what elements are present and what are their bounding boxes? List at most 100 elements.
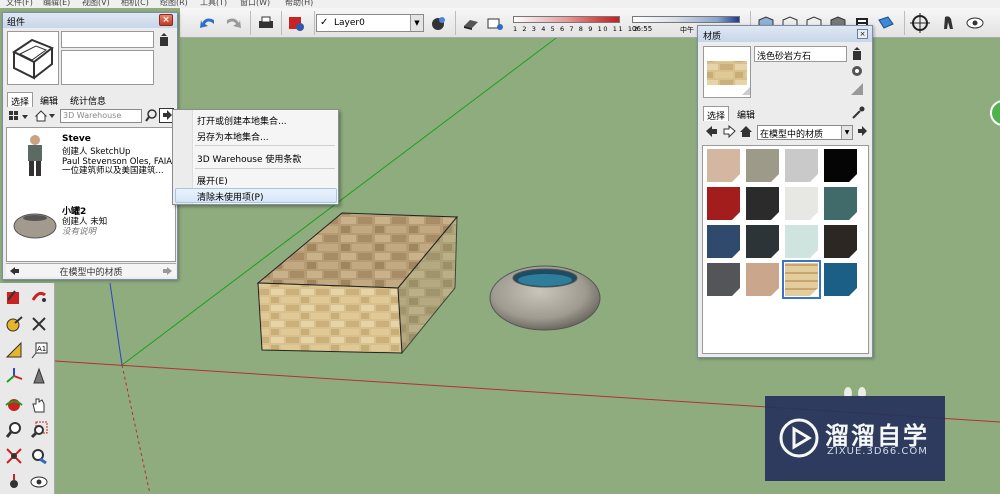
arrow-left-icon[interactable] bbox=[705, 125, 718, 138]
material-name-field[interactable]: 浅色砂岩方石 bbox=[754, 46, 847, 62]
material-swatch[interactable] bbox=[823, 224, 858, 259]
material-swatch[interactable] bbox=[823, 262, 858, 297]
material-swatch[interactable] bbox=[745, 186, 780, 221]
menu-tools[interactable]: 工具(T) bbox=[200, 0, 227, 8]
close-components-button[interactable]: × bbox=[159, 14, 173, 26]
dimension-tool[interactable] bbox=[28, 313, 50, 335]
material-swatch[interactable] bbox=[823, 148, 858, 183]
material-swatch[interactable] bbox=[706, 224, 741, 259]
create-material-icon bbox=[853, 47, 861, 60]
eraser-tool[interactable] bbox=[28, 286, 50, 308]
material-collection-select[interactable]: 在模型中的材质 ▼ bbox=[757, 125, 853, 140]
main-toolbar: ✓ Layer0 ▼ 1 2 3 4 5 6 7 8 9 10 11 12 06… bbox=[180, 8, 1000, 38]
material-swatch[interactable] bbox=[784, 148, 819, 183]
look-around-button[interactable] bbox=[963, 11, 987, 35]
zoom-window-tool[interactable] bbox=[28, 419, 50, 441]
menu-help[interactable]: 帮助(H) bbox=[285, 0, 313, 8]
layer-select[interactable]: ✓ Layer0 ▼ bbox=[316, 14, 424, 32]
home-icon[interactable] bbox=[34, 109, 56, 122]
component-details-button[interactable] bbox=[158, 33, 170, 50]
text-tool[interactable]: A1 bbox=[28, 339, 50, 361]
material-swatch[interactable] bbox=[706, 186, 741, 221]
menu-item-warehouse-terms[interactable]: 3D Warehouse 使用条款 bbox=[197, 152, 301, 165]
list-item[interactable]: Steve 创建人 SketchUp Paul Stevenson Oles, … bbox=[9, 132, 174, 180]
menu-camera[interactable]: 相机(C) bbox=[121, 0, 149, 8]
protractor-tool[interactable] bbox=[3, 339, 25, 361]
eyedropper-button[interactable] bbox=[851, 106, 865, 123]
sample-paint-button[interactable] bbox=[850, 64, 864, 81]
section-plane-button[interactable] bbox=[874, 11, 898, 35]
blue-axis bbox=[109, 282, 123, 366]
material-swatch[interactable] bbox=[745, 224, 780, 259]
walk-button[interactable] bbox=[937, 11, 961, 35]
print-button[interactable] bbox=[254, 11, 278, 35]
crosshair-icon bbox=[910, 13, 930, 33]
close-materials-button[interactable]: × bbox=[857, 29, 868, 39]
create-material-button[interactable] bbox=[851, 47, 863, 64]
stone-box[interactable] bbox=[256, 212, 459, 355]
material-swatch[interactable] bbox=[706, 262, 741, 297]
undo-button[interactable] bbox=[196, 11, 220, 35]
shadow-settings-button[interactable] bbox=[483, 11, 507, 35]
tool-palette: A1 bbox=[0, 283, 55, 494]
tape-measure-tool[interactable] bbox=[3, 313, 25, 335]
shadow-month-slider[interactable]: 1 2 3 4 5 6 7 8 9 10 11 12 bbox=[513, 14, 638, 34]
zoom-window-icon bbox=[30, 421, 48, 439]
menu-file[interactable]: 文件(F) bbox=[6, 0, 33, 8]
shadows-button[interactable] bbox=[459, 11, 483, 35]
orbit-icon bbox=[5, 399, 23, 411]
default-material-button[interactable] bbox=[850, 82, 864, 99]
menu-item-open-collection[interactable]: 打开或创建本地集合... bbox=[197, 114, 287, 127]
look-around-tool[interactable] bbox=[28, 471, 50, 493]
component-description-field[interactable] bbox=[61, 50, 154, 85]
details-arrow-icon[interactable] bbox=[855, 125, 868, 138]
model-info-button[interactable] bbox=[284, 11, 308, 35]
components-title-bar[interactable]: 组件 × bbox=[3, 13, 177, 28]
menu-view[interactable]: 视图(V) bbox=[82, 0, 110, 8]
pan-tool[interactable] bbox=[28, 394, 50, 416]
material-swatch[interactable] bbox=[782, 260, 821, 299]
tab-statistics[interactable]: 统计信息 bbox=[67, 92, 109, 107]
material-swatch[interactable] bbox=[784, 224, 819, 259]
stone-pot[interactable] bbox=[489, 265, 601, 331]
3d-text-tool[interactable] bbox=[28, 365, 50, 387]
material-swatch[interactable] bbox=[745, 148, 780, 183]
orbit-tool[interactable] bbox=[3, 394, 25, 416]
components-tabs: 选择 编辑 统计信息 bbox=[7, 92, 177, 108]
view-options-icon[interactable] bbox=[8, 110, 30, 122]
components-search-input[interactable]: 3D Warehouse bbox=[60, 109, 142, 123]
previous-view-tool[interactable] bbox=[28, 445, 50, 467]
shadow-settings-icon bbox=[487, 18, 503, 30]
tab-select[interactable]: 选择 bbox=[703, 106, 730, 122]
menu-item-save-collection[interactable]: 另存为本地集合... bbox=[197, 130, 269, 143]
menu-item-expand[interactable]: 展开(E) bbox=[197, 174, 228, 187]
arrow-right-icon[interactable] bbox=[162, 266, 173, 276]
menu-edit[interactable]: 编辑(E) bbox=[43, 0, 70, 8]
list-item[interactable]: 小罐2 创建人 未知 没有说明 bbox=[9, 202, 174, 250]
menu-window[interactable]: 窗口(W) bbox=[240, 0, 270, 8]
material-swatch[interactable] bbox=[823, 186, 858, 221]
menu-item-purge-unused[interactable]: 清除未使用项(P) bbox=[197, 190, 263, 203]
layer-manager-button[interactable] bbox=[426, 11, 450, 35]
tab-select[interactable]: 选择 bbox=[7, 92, 34, 108]
components-footer-label: 在模型中的材质 bbox=[59, 268, 123, 278]
paint-bucket-icon bbox=[852, 66, 862, 76]
material-swatch[interactable] bbox=[745, 262, 780, 297]
paint-bucket-tool[interactable] bbox=[3, 286, 25, 308]
position-camera-tool[interactable] bbox=[3, 471, 25, 493]
tab-edit[interactable]: 编辑 bbox=[734, 106, 758, 121]
axes-tool[interactable] bbox=[3, 365, 25, 387]
material-swatch[interactable] bbox=[784, 186, 819, 221]
search-icon[interactable] bbox=[145, 109, 158, 122]
arrow-right-icon[interactable] bbox=[723, 125, 736, 138]
position-camera-button[interactable] bbox=[908, 11, 932, 35]
zoom-tool[interactable] bbox=[3, 419, 25, 441]
materials-title-bar[interactable]: 材质 × bbox=[698, 26, 872, 42]
tab-edit[interactable]: 编辑 bbox=[37, 92, 61, 107]
menu-draw[interactable]: 绘图(R) bbox=[160, 0, 188, 8]
material-swatch[interactable] bbox=[706, 148, 741, 183]
zoom-extents-tool[interactable] bbox=[3, 445, 25, 467]
home-icon[interactable] bbox=[739, 125, 753, 138]
component-name-field[interactable] bbox=[61, 31, 154, 48]
redo-button[interactable] bbox=[221, 11, 245, 35]
